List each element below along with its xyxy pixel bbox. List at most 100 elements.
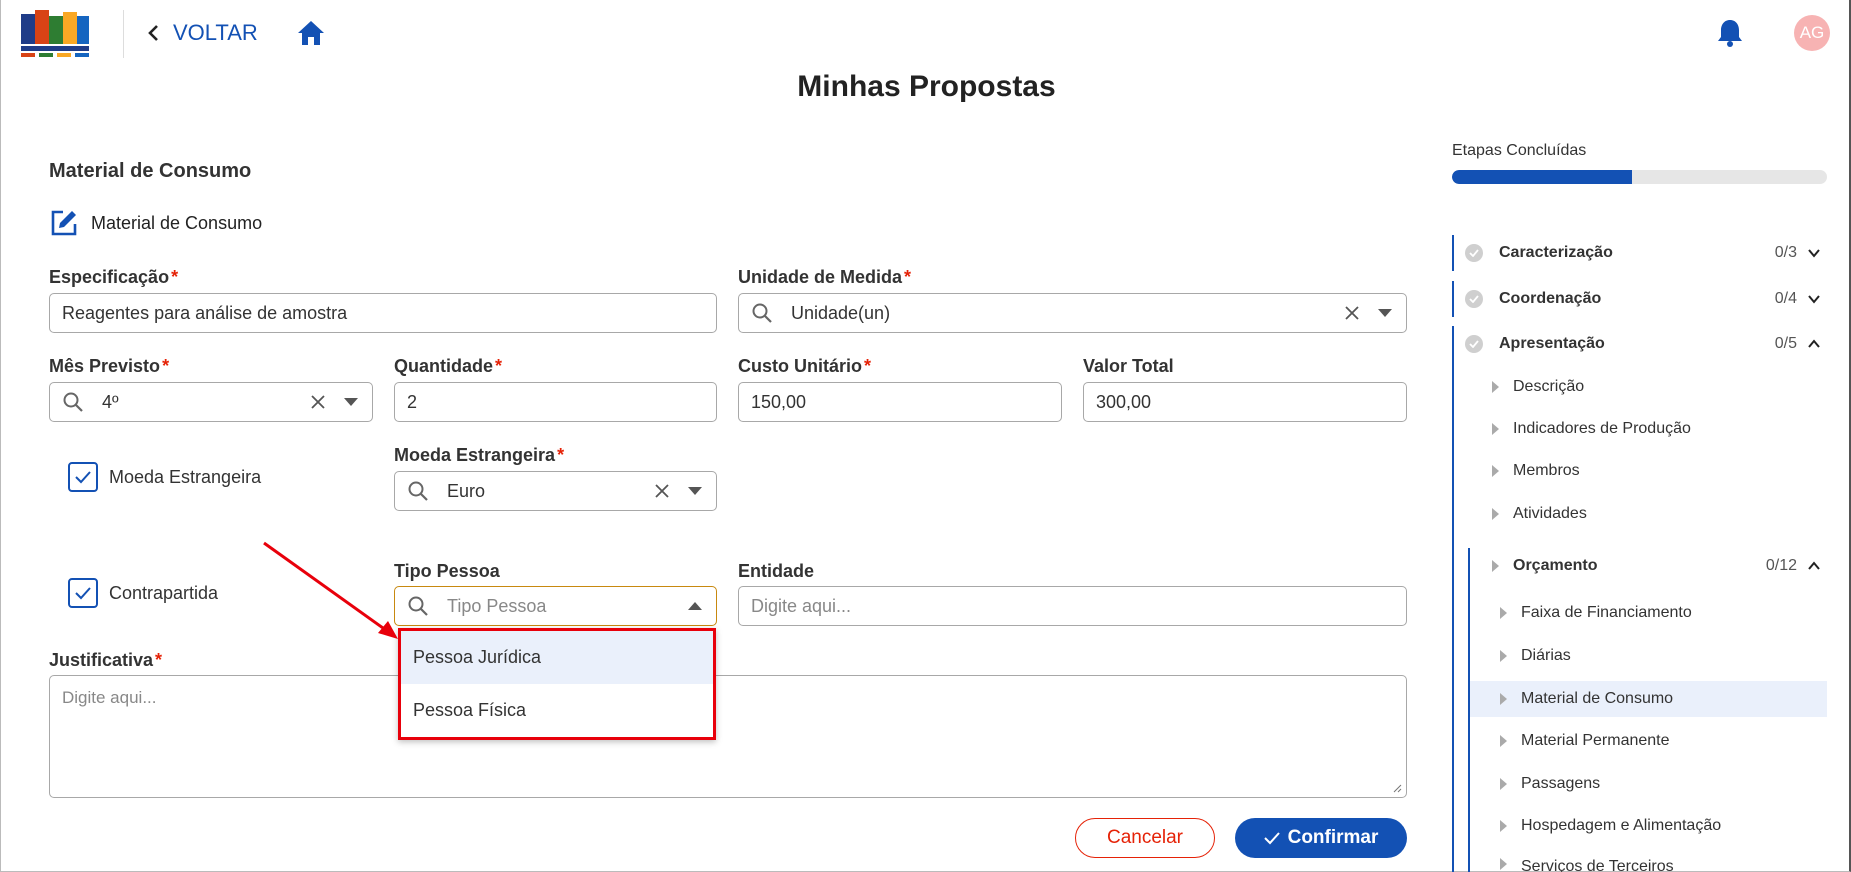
header-divider bbox=[123, 10, 124, 58]
orcamento-item-hospedagem[interactable]: Hospedagem e Alimentação bbox=[1470, 808, 1827, 844]
subsection-title: Material de Consumo bbox=[91, 212, 263, 233]
quantidade-field[interactable]: 2 bbox=[394, 382, 717, 422]
valor-total-field[interactable]: 300,00 bbox=[1083, 382, 1407, 422]
justificativa-label: Justificativa * bbox=[49, 650, 163, 670]
step-name: Apresentação bbox=[1499, 335, 1605, 352]
chevron-up-icon[interactable] bbox=[1807, 337, 1821, 351]
caret-right-icon bbox=[1492, 423, 1499, 435]
unidade-select[interactable]: Unidade(un) bbox=[738, 293, 1407, 333]
unidade-value: Unidade(un) bbox=[791, 302, 891, 323]
clear-icon[interactable] bbox=[310, 394, 326, 410]
back-button[interactable]: VOLTAR bbox=[147, 18, 258, 48]
home-icon[interactable] bbox=[296, 18, 326, 48]
moeda-select[interactable]: Euro bbox=[394, 471, 717, 511]
custo-value: 150,00 bbox=[751, 391, 807, 412]
step-name: Caracterização bbox=[1499, 244, 1613, 261]
clear-icon[interactable] bbox=[654, 483, 670, 499]
custo-label: Custo Unitário * bbox=[738, 356, 872, 376]
chevron-up-icon[interactable] bbox=[1807, 559, 1821, 573]
tipo-pessoa-placeholder: Tipo Pessoa bbox=[447, 595, 547, 616]
check-circle-icon bbox=[1465, 290, 1483, 308]
check-icon bbox=[75, 471, 91, 484]
dropdown-caret-icon[interactable] bbox=[688, 487, 702, 495]
especificacao-value: Reagentes para análise de amostra bbox=[62, 302, 348, 323]
substep-descricao[interactable]: Descrição bbox=[1492, 369, 1827, 405]
chevron-down-icon[interactable] bbox=[1807, 246, 1821, 260]
tipo-pessoa-select[interactable]: Tipo Pessoa bbox=[394, 586, 717, 626]
entidade-placeholder: Digite aqui... bbox=[751, 595, 852, 616]
caret-right-icon bbox=[1492, 508, 1499, 520]
caret-right-icon bbox=[1492, 381, 1499, 393]
dropdown-caret-icon[interactable] bbox=[1378, 309, 1392, 317]
search-icon bbox=[408, 481, 428, 501]
check-circle-icon bbox=[1465, 244, 1483, 262]
search-icon bbox=[408, 596, 428, 616]
step-count: 0/5 bbox=[1774, 335, 1797, 352]
tipo-pessoa-dropdown: Pessoa Jurídica Pessoa Física bbox=[398, 628, 716, 740]
contrapartida-checkbox[interactable] bbox=[68, 578, 98, 608]
caret-right-icon bbox=[1500, 607, 1507, 619]
substep-orcamento[interactable]: Orçamento 0/12 bbox=[1492, 548, 1827, 584]
especificacao-field[interactable]: Reagentes para análise de amostra bbox=[49, 293, 717, 333]
caret-right-icon bbox=[1500, 820, 1507, 832]
justificativa-placeholder: Digite aqui... bbox=[62, 688, 157, 707]
moeda-value: Euro bbox=[447, 480, 486, 501]
edit-icon[interactable] bbox=[49, 208, 79, 238]
substep-atividades[interactable]: Atividades bbox=[1492, 496, 1827, 532]
orcamento-item-diarias[interactable]: Diárias bbox=[1470, 638, 1827, 674]
valor-total-label: Valor Total bbox=[1083, 356, 1174, 376]
substep-indicadores[interactable]: Indicadores de Produção bbox=[1492, 411, 1827, 447]
steps-title: Etapas Concluídas bbox=[1452, 142, 1587, 159]
option-pessoa-fisica[interactable]: Pessoa Física bbox=[401, 684, 713, 737]
edes-logo[interactable] bbox=[19, 8, 91, 62]
caret-right-icon bbox=[1500, 735, 1507, 747]
mes-label: Mês Previsto * bbox=[49, 356, 170, 376]
steps-progress-fill bbox=[1452, 170, 1632, 184]
dropdown-caret-up-icon[interactable] bbox=[688, 602, 702, 610]
caret-right-icon bbox=[1500, 693, 1507, 705]
caret-right-icon bbox=[1500, 858, 1507, 870]
caret-right-icon bbox=[1492, 465, 1499, 477]
mes-select[interactable]: 4º bbox=[49, 382, 373, 422]
orcamento-item-faixa[interactable]: Faixa de Financiamento bbox=[1470, 595, 1827, 631]
contrapartida-checkbox-label: Contrapartida bbox=[109, 583, 219, 603]
dropdown-caret-icon[interactable] bbox=[344, 398, 358, 406]
cancel-button[interactable]: Cancelar bbox=[1075, 818, 1215, 858]
check-icon bbox=[1263, 832, 1280, 845]
entidade-label: Entidade bbox=[738, 561, 815, 581]
bell-icon[interactable] bbox=[1716, 17, 1744, 47]
resize-handle-icon[interactable] bbox=[1392, 783, 1402, 793]
section-title: Material de Consumo bbox=[49, 160, 252, 182]
moeda-estrangeira-checkbox[interactable] bbox=[68, 462, 98, 492]
valor-total-value: 300,00 bbox=[1096, 391, 1152, 412]
step-apresentacao[interactable]: Apresentação 0/5 bbox=[1452, 326, 1827, 362]
step-count: 0/4 bbox=[1774, 290, 1797, 307]
orcamento-item-material-permanente[interactable]: Material Permanente bbox=[1470, 723, 1827, 759]
annotation-arrow-icon bbox=[263, 541, 398, 639]
step-coordenacao[interactable]: Coordenação 0/4 bbox=[1452, 281, 1827, 317]
steps-progress-bar bbox=[1452, 170, 1827, 184]
especificacao-label: Especificação * bbox=[49, 267, 179, 287]
orcamento-item-servicos[interactable]: Serviços de Terceiros bbox=[1470, 850, 1827, 872]
subsection-header: Material de Consumo bbox=[49, 208, 262, 238]
tipo-pessoa-label: Tipo Pessoa bbox=[394, 561, 500, 581]
user-avatar[interactable]: AG bbox=[1794, 15, 1830, 51]
caret-right-icon bbox=[1500, 778, 1507, 790]
page-title: Minhas Propostas bbox=[797, 70, 1056, 103]
custo-field[interactable]: 150,00 bbox=[738, 382, 1062, 422]
chevron-down-icon[interactable] bbox=[1807, 292, 1821, 306]
clear-icon[interactable] bbox=[1344, 305, 1360, 321]
check-icon bbox=[75, 587, 91, 600]
substep-membros[interactable]: Membros bbox=[1492, 453, 1827, 489]
justificativa-textarea[interactable]: Digite aqui... bbox=[49, 675, 1407, 798]
orcamento-item-material-consumo[interactable]: Material de Consumo bbox=[1470, 681, 1827, 717]
entidade-field[interactable]: Digite aqui... bbox=[738, 586, 1407, 626]
confirm-button[interactable]: Confirmar bbox=[1235, 818, 1407, 858]
chevron-left-icon bbox=[148, 25, 158, 41]
step-caracterizacao[interactable]: Caracterização 0/3 bbox=[1452, 235, 1827, 271]
back-label: VOLTAR bbox=[173, 20, 258, 45]
step-indicator-line bbox=[1452, 326, 1454, 872]
orcamento-item-passagens[interactable]: Passagens bbox=[1470, 766, 1827, 802]
option-pessoa-juridica[interactable]: Pessoa Jurídica bbox=[401, 631, 713, 684]
search-icon bbox=[752, 303, 772, 323]
